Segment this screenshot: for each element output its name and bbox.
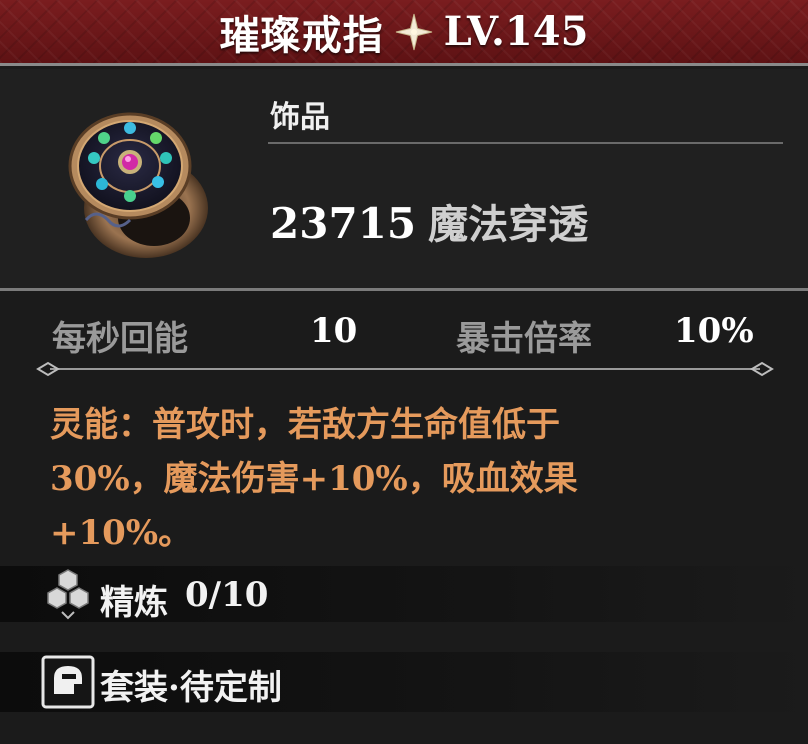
item-title: 璀璨戒指 xyxy=(219,11,384,59)
effect-description: 灵能：普攻时，若敌方生命值低于 30%，魔法伤害+10%，吸血效果 +10%。 xyxy=(50,398,770,560)
section-divider xyxy=(0,288,808,291)
stat-name-energy-regen: 每秒回能 xyxy=(52,319,188,359)
four-point-star-icon xyxy=(395,13,432,50)
item-header: 璀璨戒指 LV.145 xyxy=(0,0,808,66)
title-row: 璀璨戒指 LV.145 xyxy=(220,3,589,61)
helmet-icon xyxy=(41,655,95,709)
stat-name-crit-multiplier: 暴击倍率 xyxy=(456,319,592,359)
hexagon-cluster-icon xyxy=(47,569,89,620)
stats-row: 每秒回能 10 暴击倍率 10% xyxy=(0,305,808,365)
category-divider xyxy=(268,142,783,144)
main-stat-label: 魔法穿透 xyxy=(428,201,589,248)
item-category: 饰品 xyxy=(270,100,330,135)
set-label: 套装·待定制 xyxy=(100,668,282,708)
effect-line: 30%，魔法伤害+10%，吸血效果 xyxy=(50,459,578,499)
ornament-divider xyxy=(36,361,774,377)
refine-value: 0/10 xyxy=(185,575,269,615)
main-stat-value: 23715 xyxy=(270,199,417,248)
main-stat: 23715 魔法穿透 xyxy=(270,192,588,250)
item-level: LV.145 xyxy=(443,8,589,55)
jeweled-ring-icon xyxy=(68,112,208,258)
effect-line: 灵能：普攻时，若敌方生命值低于 xyxy=(50,405,560,445)
stat-value-crit-multiplier: 10% xyxy=(674,311,754,351)
stat-value-energy-regen: 10 xyxy=(310,311,358,351)
refine-label: 精炼 xyxy=(100,583,168,623)
effect-line: +10%。 xyxy=(50,513,193,553)
